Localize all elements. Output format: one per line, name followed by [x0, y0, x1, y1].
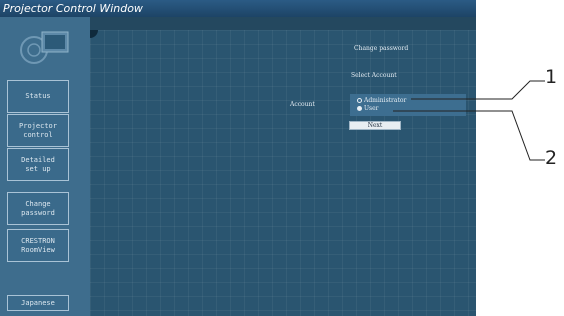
callout-1: 1: [545, 66, 558, 88]
callout-lines: [393, 80, 545, 161]
callout-2: 2: [545, 147, 558, 169]
